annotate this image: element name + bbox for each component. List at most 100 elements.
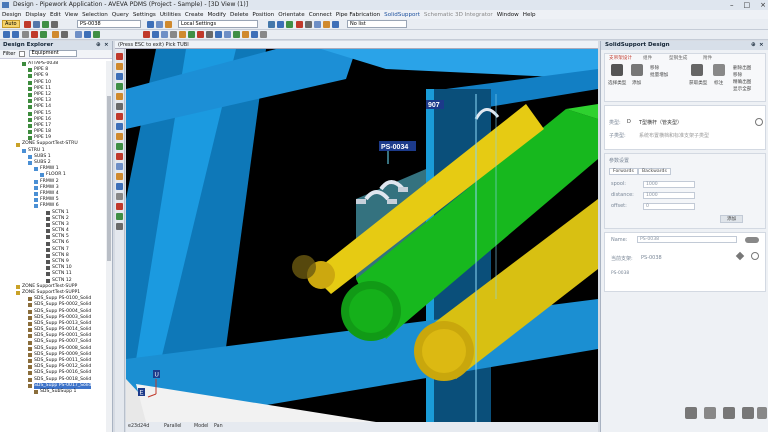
remove-icon[interactable] — [296, 21, 303, 28]
strip-tool-icon[interactable] — [116, 173, 123, 180]
strip-tool-icon[interactable] — [116, 153, 123, 160]
menu-schematic-3d-integrator[interactable]: Schematic 3D Integrator — [424, 12, 493, 18]
list-add-icon[interactable] — [332, 21, 339, 28]
menu-design[interactable]: Design — [2, 12, 21, 18]
refresh-icon[interactable] — [224, 31, 231, 38]
strip-tool-icon[interactable] — [116, 53, 123, 60]
apply-button[interactable]: 添加 — [720, 215, 744, 223]
explorer-close-icon[interactable]: × — [104, 41, 109, 50]
spool-input[interactable]: 1000 — [643, 181, 695, 188]
tab-component[interactable]: 组件 — [643, 55, 652, 61]
3d-view[interactable]: 907 PS-0034 U E — [126, 49, 598, 422]
ss-close-icon[interactable]: × — [759, 41, 764, 50]
stop-icon[interactable] — [31, 31, 38, 38]
zoom-icon[interactable] — [40, 31, 47, 38]
forwards-button[interactable]: Forwards — [609, 168, 638, 175]
walk-icon[interactable] — [75, 31, 82, 38]
tool-icon[interactable] — [704, 407, 716, 419]
tab-profile[interactable]: 型钢生成 — [669, 55, 687, 61]
goto-icon[interactable] — [147, 21, 154, 28]
remove-button[interactable]: 移除 — [650, 65, 659, 71]
tab-support-design[interactable]: 支吊架设计 — [609, 55, 632, 61]
remove2-button[interactable]: 移除 — [733, 72, 742, 78]
status-projection[interactable]: Parallel — [164, 422, 181, 432]
menu-solidsupport[interactable]: SolidSupport — [384, 12, 420, 18]
element-combo[interactable]: PS-0038 — [77, 20, 141, 28]
filter-icon[interactable] — [305, 21, 312, 28]
tree-icon[interactable] — [42, 21, 49, 28]
menu-utilities[interactable]: Utilities — [160, 12, 181, 18]
strip-tool-icon[interactable] — [116, 143, 123, 150]
support-row[interactable]: PS-0038 — [611, 271, 629, 276]
menu-help[interactable]: Help — [523, 12, 536, 18]
tag-icon[interactable] — [735, 251, 745, 261]
record-icon[interactable] — [143, 31, 150, 38]
tree-row[interactable]: SDS_SubSupp 1 — [0, 389, 106, 395]
settings-icon[interactable] — [51, 21, 58, 28]
material-icon[interactable] — [233, 31, 240, 38]
minimize-button[interactable]: – — [730, 0, 734, 10]
menu-pipe-fabrication[interactable]: Pipe Fabrication — [336, 12, 380, 18]
get-type-button[interactable]: 获取类型 — [689, 80, 707, 86]
select-type-button[interactable]: 选择类型 — [608, 80, 626, 86]
status-mode[interactable]: Model — [194, 422, 208, 432]
capture-icon[interactable] — [277, 21, 284, 28]
measure-icon[interactable] — [170, 31, 177, 38]
strip-tool-icon[interactable] — [116, 193, 123, 200]
menu-position[interactable]: Position — [252, 12, 274, 18]
add-plus-icon[interactable] — [631, 64, 643, 76]
precise-drawing-button[interactable]: 精确出图 — [733, 79, 751, 85]
show-icon[interactable] — [215, 31, 222, 38]
minus-box-icon[interactable] — [742, 407, 754, 419]
undo-icon[interactable] — [3, 31, 10, 38]
strip-tool-icon[interactable] — [116, 103, 123, 110]
filter-combo[interactable]: Equipment — [28, 50, 77, 57]
pipe-icon[interactable] — [24, 21, 31, 28]
refresh-panel-icon[interactable] — [757, 407, 767, 419]
strip-tool-icon[interactable] — [116, 223, 123, 230]
filter-checkbox[interactable] — [18, 50, 25, 57]
redo-icon[interactable] — [12, 31, 19, 38]
add-box-icon[interactable] — [723, 407, 735, 419]
highlight-icon[interactable] — [179, 31, 186, 38]
strip-tool-icon[interactable] — [116, 73, 123, 80]
hide-icon[interactable] — [206, 31, 213, 38]
offset-input[interactable]: 0 — [643, 203, 695, 210]
annotate-button[interactable]: 标注 — [714, 80, 723, 86]
iso-icon[interactable] — [93, 31, 100, 38]
strip-tool-icon[interactable] — [116, 83, 123, 90]
menu-modify[interactable]: Modify — [207, 12, 226, 18]
annotate-icon[interactable] — [713, 64, 725, 76]
find-icon[interactable] — [751, 252, 759, 260]
menu-orientate[interactable]: Orientate — [278, 12, 305, 18]
light-icon[interactable] — [242, 31, 249, 38]
menu-query[interactable]: Query — [112, 12, 129, 18]
layer-icon[interactable] — [314, 21, 321, 28]
menu-display[interactable]: Display — [25, 12, 46, 18]
strip-tool-icon[interactable] — [116, 163, 123, 170]
menu-settings[interactable]: Settings — [133, 12, 156, 18]
name-input[interactable]: PS-0038 — [637, 236, 737, 243]
camera-icon[interactable] — [152, 31, 159, 38]
red-icon[interactable] — [197, 31, 204, 38]
clip-icon[interactable] — [161, 31, 168, 38]
list-icon[interactable] — [33, 21, 40, 28]
3d-scene[interactable]: 907 PS-0034 U E — [126, 49, 598, 422]
menu-connect[interactable]: Connect — [309, 12, 332, 18]
select-type-icon[interactable] — [611, 64, 623, 76]
mode-button[interactable]: Auto — [2, 20, 20, 28]
explorer-scroll-thumb[interactable] — [107, 96, 111, 261]
show-all-button[interactable]: 显示全部 — [733, 86, 751, 92]
menu-view[interactable]: View — [65, 12, 78, 18]
status-action[interactable]: Pan — [214, 422, 223, 432]
settings-combo[interactable]: Local Settings — [178, 20, 258, 28]
color-icon[interactable] — [188, 31, 195, 38]
strip-tool-icon[interactable] — [116, 63, 123, 70]
ss-pin-icon[interactable]: ⊕ — [751, 41, 756, 50]
rotate-icon[interactable] — [52, 31, 59, 38]
strip-tool-icon[interactable] — [116, 213, 123, 220]
add-icon[interactable] — [286, 21, 293, 28]
strip-tool-icon[interactable] — [116, 93, 123, 100]
draw-icon[interactable] — [268, 21, 275, 28]
close-button[interactable]: × — [760, 0, 766, 10]
